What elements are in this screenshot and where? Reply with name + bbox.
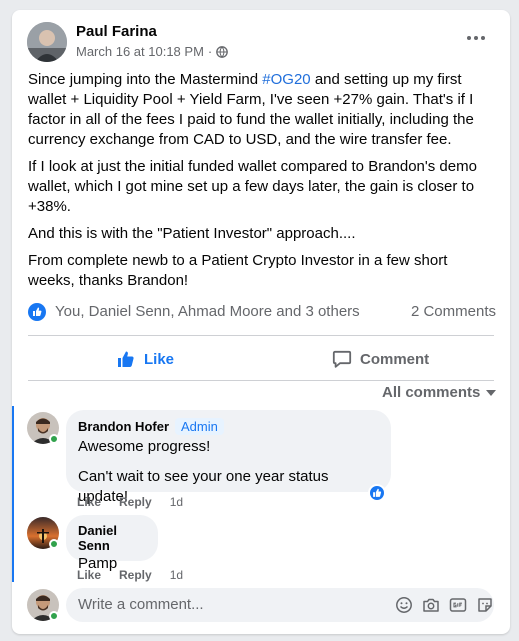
comment-label: Comment [360, 350, 430, 368]
like-reaction-icon[interactable] [368, 484, 386, 502]
commenter-name[interactable]: Daniel Senn [78, 523, 146, 553]
comments-filter-dropdown[interactable]: All comments [382, 384, 497, 401]
admin-badge: Admin [175, 418, 224, 435]
post-meta: March 16 at 10:18 PM · [76, 44, 229, 59]
author-name[interactable]: Paul Farina [76, 23, 157, 40]
emoji-icon[interactable] [395, 596, 413, 614]
more-options-icon[interactable] [464, 28, 488, 48]
comment-icon [332, 350, 352, 368]
comment-input[interactable] [78, 596, 378, 613]
comments-thread-indicator [12, 406, 14, 582]
commenter-name[interactable]: Brandon Hofer [78, 419, 169, 434]
like-button[interactable]: Like [116, 343, 174, 375]
comment-age[interactable]: 1d [170, 495, 183, 509]
post-body: Since jumping into the Mastermind #OG20 … [28, 70, 498, 298]
comment-actions: Like Reply 1d [77, 568, 183, 582]
reaction-summary: You, Daniel Senn, Ahmad Moore and 3 othe… [28, 302, 496, 324]
comment-like-button[interactable]: Like [77, 495, 101, 509]
comment-reply-button[interactable]: Reply [119, 495, 152, 509]
comment-bubble: Brandon Hofer Admin Awesome progress! Ca… [66, 410, 391, 505]
comment-reply-button[interactable]: Reply [119, 568, 152, 582]
comment-actions: Like Reply 1d [77, 495, 183, 509]
post-paragraph-2: If I look at just the initial funded wal… [28, 158, 477, 215]
comment-button[interactable]: Comment [332, 343, 429, 375]
comment-like-button[interactable]: Like [77, 568, 101, 582]
comments-count[interactable]: 2 Comments [411, 303, 496, 320]
comment-age[interactable]: 1d [170, 568, 183, 582]
camera-icon[interactable] [422, 596, 440, 614]
meta-separator: · [207, 44, 213, 59]
comment-bubble: Daniel Senn Pamp [66, 515, 158, 572]
post-paragraph-4: From complete newb to a Patient Crypto I… [28, 252, 448, 289]
online-status-dot [49, 434, 59, 444]
caret-down-icon [486, 389, 497, 396]
post-paragraph-1: Since jumping into the Mastermind #OG20 … [28, 71, 474, 148]
globe-icon [216, 45, 229, 58]
online-status-dot [49, 611, 59, 621]
post-card: Paul Farina March 16 at 10:18 PM · Since… [12, 10, 510, 634]
online-status-dot [49, 539, 59, 549]
post-timestamp[interactable]: March 16 at 10:18 PM [76, 44, 204, 59]
comment-text: Awesome progress! [78, 438, 211, 455]
sticker-icon[interactable] [476, 596, 494, 614]
post-paragraph-3: And this is with the "Patient Investor" … [28, 225, 356, 242]
like-reaction-icon[interactable] [28, 303, 46, 321]
divider [28, 380, 494, 381]
author-avatar[interactable] [27, 22, 67, 62]
hashtag-link[interactable]: #OG20 [262, 71, 310, 88]
thumbs-up-icon [118, 351, 134, 367]
gif-icon[interactable] [449, 596, 467, 614]
comments-filter-label: All comments [382, 384, 481, 401]
divider [28, 335, 494, 336]
like-label: Like [144, 350, 175, 368]
comment-composer[interactable] [66, 588, 494, 622]
reaction-names[interactable]: You, Daniel Senn, Ahmad Moore and 3 othe… [55, 303, 360, 320]
